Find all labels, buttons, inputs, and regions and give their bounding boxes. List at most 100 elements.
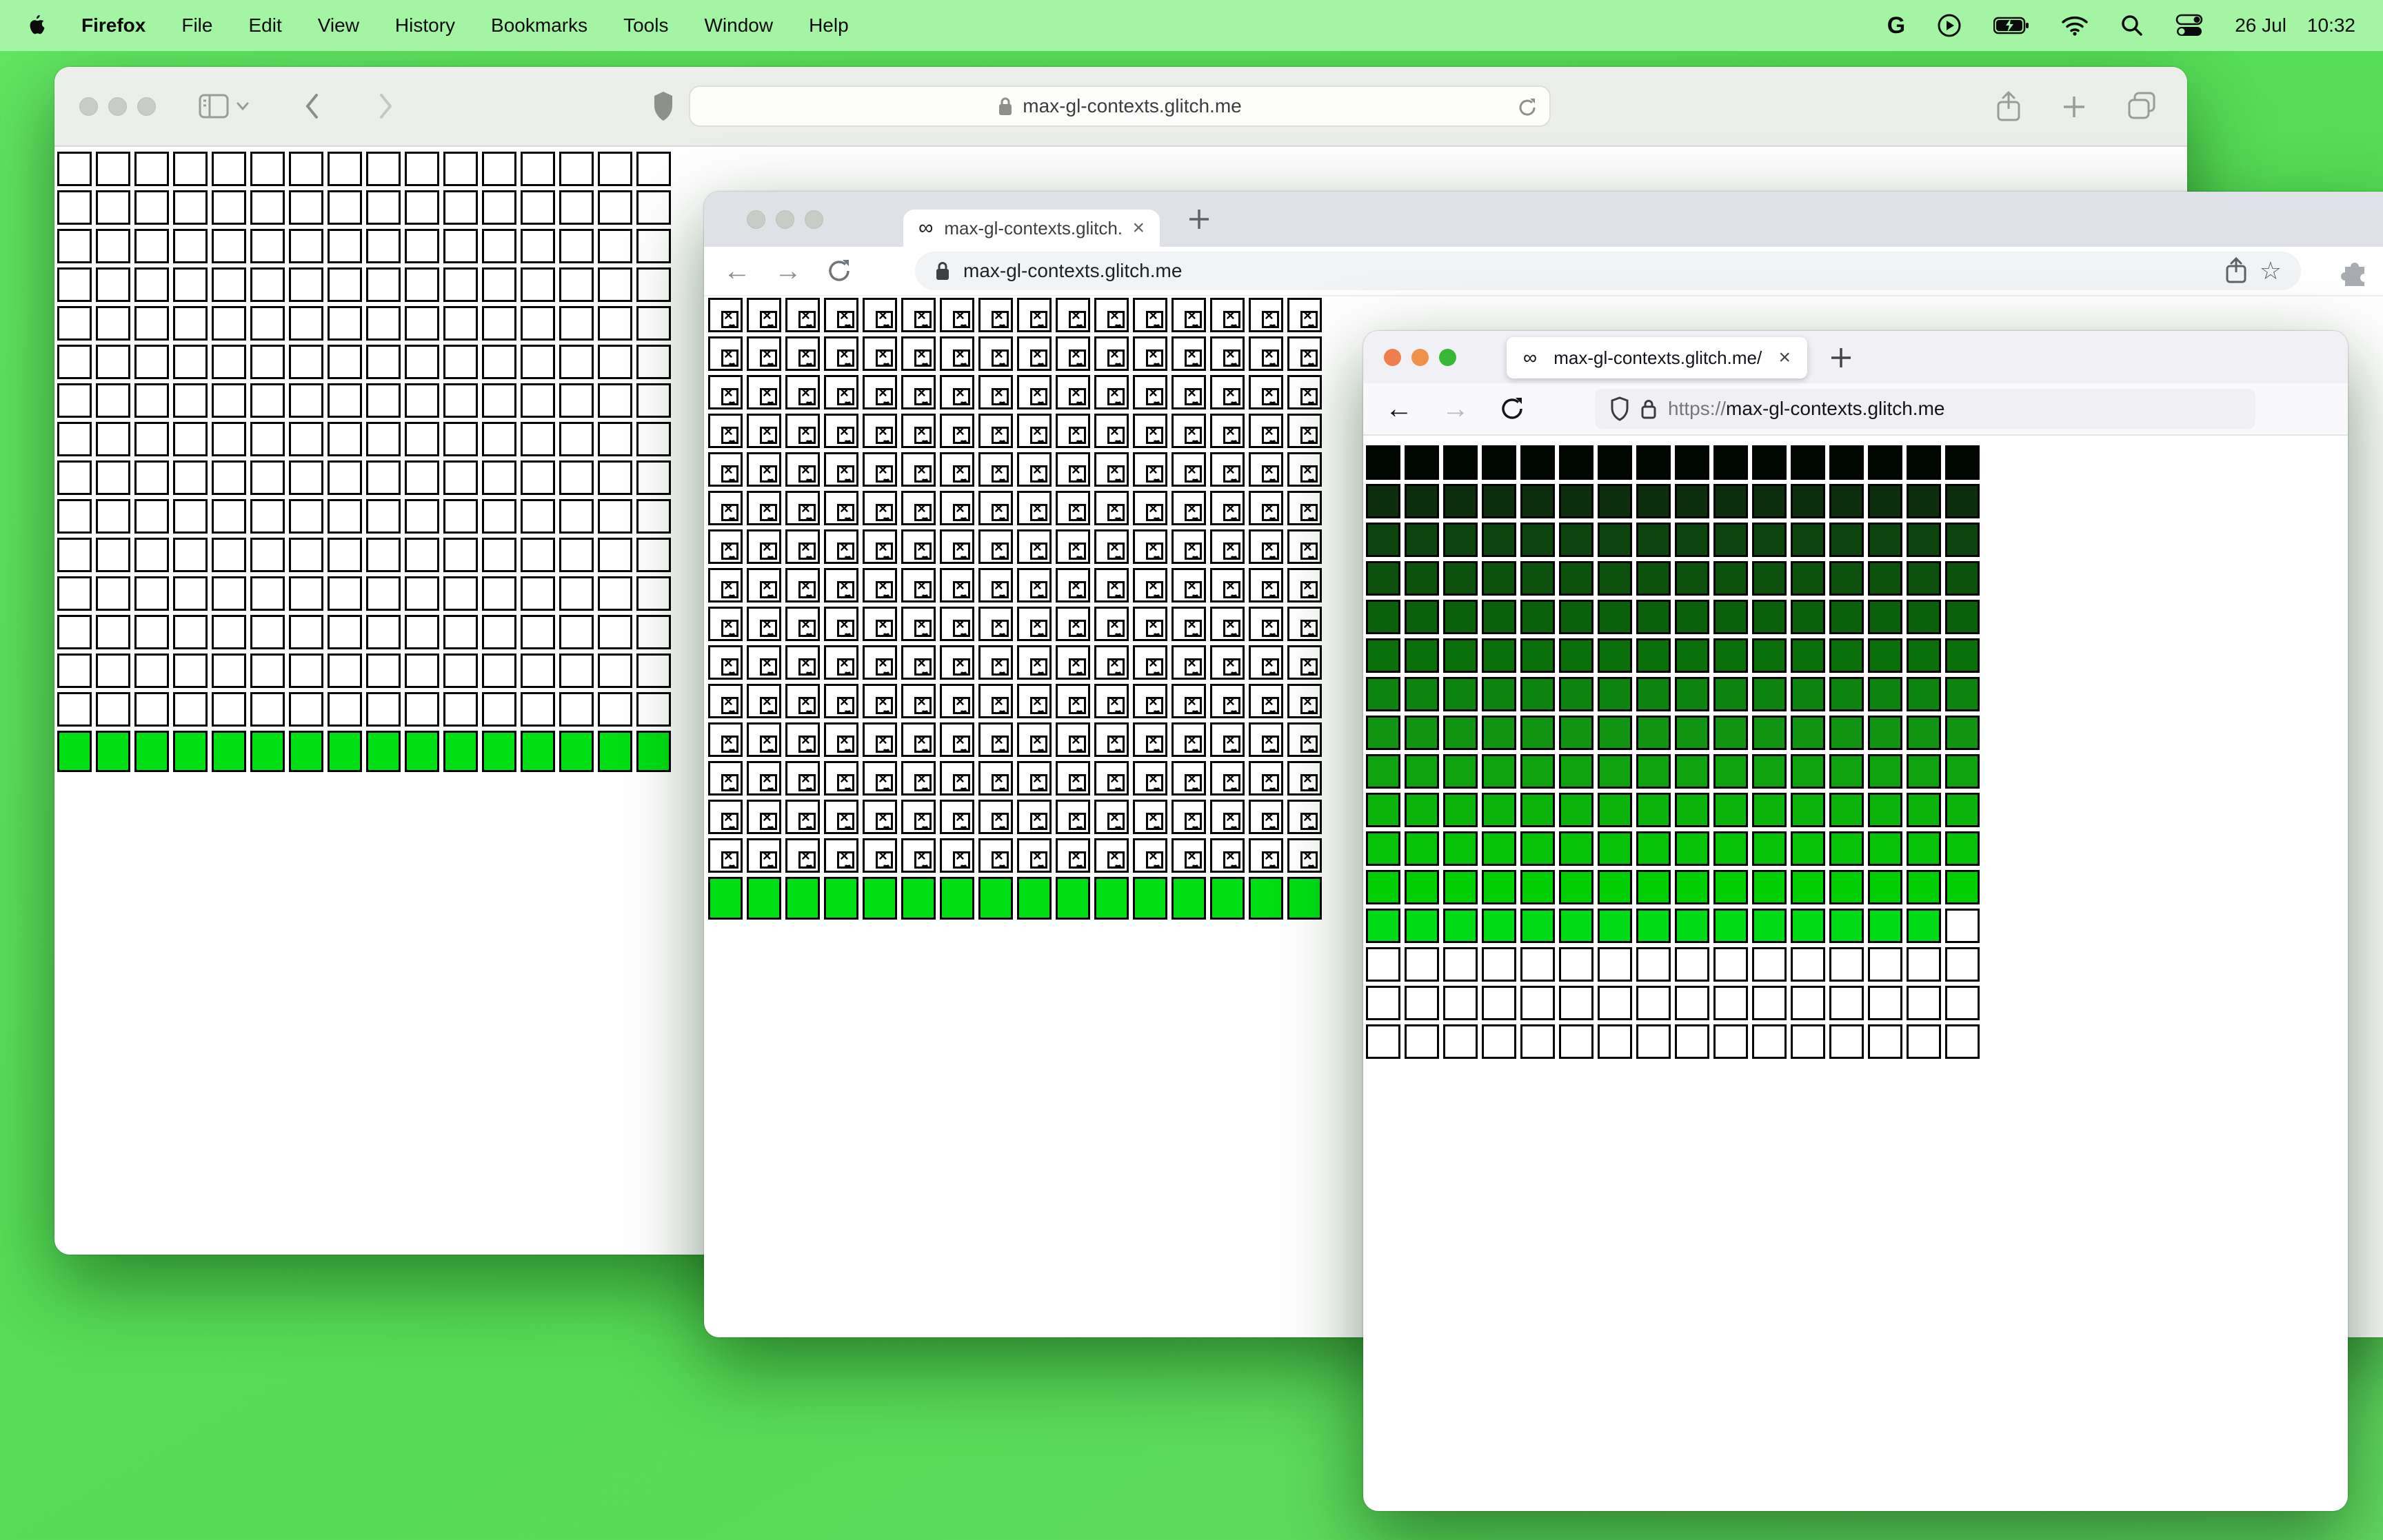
forward-button[interactable]: → xyxy=(774,257,802,285)
menu-item-edit[interactable]: Edit xyxy=(248,14,281,37)
canvas-cell: × xyxy=(901,414,936,448)
canvas-cell xyxy=(328,345,362,379)
canvas-cell xyxy=(1559,523,1593,557)
tab-overview-icon[interactable] xyxy=(2126,92,2158,122)
canvas-cell xyxy=(173,460,208,495)
extensions-puzzle-icon[interactable] xyxy=(2340,256,2370,286)
broken-image-icon: × xyxy=(876,809,893,830)
menu-clock[interactable]: 10:32 xyxy=(2307,14,2355,37)
menu-item-file[interactable]: File xyxy=(181,14,212,37)
firefox-address-bar[interactable]: https://max-gl-contexts.glitch.me xyxy=(1595,389,2255,429)
control-center-icon[interactable] xyxy=(2175,14,2203,37)
play-circle-icon[interactable] xyxy=(1937,13,1962,38)
canvas-cell xyxy=(559,152,594,186)
share-icon[interactable] xyxy=(2225,257,2247,285)
broken-image-icon: × xyxy=(1262,577,1279,598)
close-button[interactable] xyxy=(79,97,98,116)
share-icon[interactable] xyxy=(1995,91,2022,123)
wifi-icon[interactable] xyxy=(2061,15,2089,36)
canvas-cell: × xyxy=(824,375,858,409)
canvas-cell xyxy=(289,460,323,495)
firefox-url-text: https://max-gl-contexts.glitch.me xyxy=(1668,398,1944,420)
minimize-button[interactable] xyxy=(776,210,794,229)
menu-item-bookmarks[interactable]: Bookmarks xyxy=(491,14,587,37)
broken-image-icon: × xyxy=(1185,577,1202,598)
canvas-cell xyxy=(598,229,632,263)
canvas-cell: × xyxy=(863,375,897,409)
back-button[interactable] xyxy=(303,92,320,120)
chrome-address-bar[interactable]: max-gl-contexts.glitch.me ☆ xyxy=(915,252,2301,290)
broken-image-icon: × xyxy=(760,847,777,869)
back-button[interactable]: ← xyxy=(723,257,751,285)
canvas-cell xyxy=(1713,677,1748,711)
zoom-button[interactable] xyxy=(137,97,156,116)
apple-menu-icon[interactable] xyxy=(28,14,46,37)
safari-address-bar[interactable]: max-gl-contexts.glitch.me xyxy=(689,85,1551,127)
canvas-cell xyxy=(250,654,285,688)
sidebar-icon[interactable] xyxy=(199,94,250,119)
canvas-cell xyxy=(1752,793,1787,827)
spotlight-search-icon[interactable] xyxy=(2120,14,2144,37)
broken-image-icon: × xyxy=(953,538,970,560)
broken-image-icon: × xyxy=(760,616,777,637)
minimize-button[interactable] xyxy=(108,97,127,116)
canvas-cell xyxy=(1829,445,1864,480)
canvas-cell xyxy=(1056,877,1090,920)
google-menu-icon[interactable]: G xyxy=(1887,12,1905,39)
broken-image-icon: × xyxy=(760,307,777,328)
close-button[interactable] xyxy=(1384,349,1401,366)
minimize-button[interactable] xyxy=(1411,349,1429,366)
menu-item-history[interactable]: History xyxy=(395,14,455,37)
new-tab-button[interactable] xyxy=(1187,207,1211,232)
battery-charging-icon[interactable] xyxy=(1993,17,2029,34)
reload-button[interactable] xyxy=(1498,395,1526,423)
menu-item-tools[interactable]: Tools xyxy=(623,14,668,37)
tab-close-icon[interactable]: × xyxy=(1778,346,1791,369)
broken-image-icon: × xyxy=(1185,423,1202,444)
privacy-shield-icon[interactable] xyxy=(652,90,675,122)
firefox-active-tab[interactable]: ∞ max-gl-contexts.glitch.me/ × xyxy=(1507,337,1807,378)
canvas-cell xyxy=(1675,638,1709,673)
new-tab-icon[interactable] xyxy=(2062,94,2087,119)
forward-button[interactable]: → xyxy=(1442,395,1469,423)
menu-item-window[interactable]: Window xyxy=(704,14,773,37)
menu-app-name[interactable]: Firefox xyxy=(81,14,145,37)
broken-image-icon: × xyxy=(1107,461,1125,483)
broken-image-icon: × xyxy=(1069,731,1086,753)
back-button[interactable]: ← xyxy=(1385,395,1413,423)
safari-toolbar: max-gl-contexts.glitch.me xyxy=(54,67,2187,147)
canvas-cell xyxy=(1520,677,1555,711)
broken-image-icon: × xyxy=(798,307,816,328)
zoom-button[interactable] xyxy=(1439,349,1456,366)
canvas-cell: × xyxy=(863,684,897,718)
canvas-cell: × xyxy=(1094,684,1129,718)
canvas-cell xyxy=(1829,1024,1864,1059)
canvas-cell xyxy=(1675,754,1709,789)
menu-item-view[interactable]: View xyxy=(318,14,359,37)
reload-icon[interactable] xyxy=(1516,96,1538,119)
canvas-cell xyxy=(366,460,401,495)
canvas-cell xyxy=(57,422,92,456)
tab-close-icon[interactable]: × xyxy=(1132,216,1145,240)
zoom-button[interactable] xyxy=(805,210,823,229)
chrome-active-tab[interactable]: ∞ max-gl-contexts.glitch.me × xyxy=(903,210,1160,247)
bookmark-star-icon[interactable]: ☆ xyxy=(2260,256,2282,285)
menu-item-help[interactable]: Help xyxy=(809,14,849,37)
canvas-cell xyxy=(1482,947,1516,982)
canvas-cell xyxy=(1713,561,1748,596)
canvas-cell xyxy=(1366,716,1400,750)
canvas-cell: × xyxy=(1094,491,1129,525)
forward-button[interactable] xyxy=(378,92,394,120)
canvas-cell xyxy=(559,615,594,649)
reload-button[interactable] xyxy=(825,257,853,285)
menu-date[interactable]: 26 Jul xyxy=(2235,14,2286,37)
broken-image-icon: × xyxy=(721,307,738,328)
canvas-cell: × xyxy=(785,684,820,718)
canvas-cell xyxy=(1405,600,1439,634)
canvas-cell: × xyxy=(747,452,781,487)
new-tab-button[interactable] xyxy=(1829,346,1853,369)
canvas-cell: × xyxy=(863,568,897,602)
broken-image-icon: × xyxy=(837,654,854,676)
canvas-row xyxy=(1366,445,2348,480)
close-button[interactable] xyxy=(747,210,765,229)
